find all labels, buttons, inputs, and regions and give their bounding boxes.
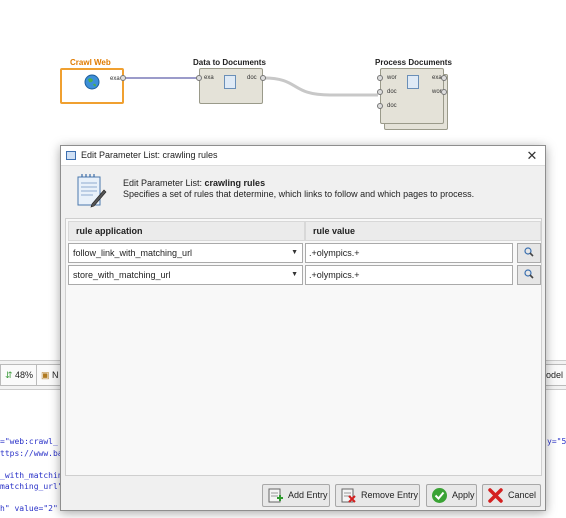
- dialog-titlebar[interactable]: Edit Parameter List: crawling rules ✕: [61, 146, 545, 166]
- notepad-pen-icon: [77, 174, 107, 208]
- remove-document-icon: [341, 488, 356, 503]
- code-text: y="5: [547, 437, 566, 446]
- port-label-exa: exa: [204, 75, 214, 81]
- apply-label: Apply: [452, 490, 475, 500]
- port-label-doc: doc: [387, 103, 397, 109]
- input-port[interactable]: [377, 75, 383, 81]
- port-label-wor: wor: [387, 75, 397, 81]
- apply-button[interactable]: Apply: [426, 484, 477, 507]
- port-label-doc: doc: [247, 75, 257, 81]
- code-text: _with_matchin: [0, 471, 63, 480]
- code-line: _with_matchin: [0, 471, 63, 480]
- background-progress-label: 48%: [15, 370, 34, 380]
- code-line: h" value="2": [0, 504, 58, 513]
- port-label-doc: doc: [387, 89, 397, 95]
- add-document-icon: [268, 488, 283, 503]
- percent-icon: ⇵: [5, 370, 16, 380]
- close-button[interactable]: ✕: [523, 147, 541, 164]
- dialog-header: Edit Parameter List: crawling rules Spec…: [61, 167, 545, 217]
- rule-application-select[interactable]: store_with_matching_url ▼: [68, 265, 303, 285]
- code-text: matching_url": [0, 482, 63, 491]
- header-title: Edit Parameter List: crawling rules: [123, 178, 265, 188]
- document-icon: [224, 75, 236, 89]
- header-title-prefix: Edit Parameter List:: [123, 178, 205, 188]
- rule-application-value: store_with_matching_url: [73, 270, 171, 280]
- background-button-label: N: [52, 370, 59, 380]
- close-icon: ✕: [526, 148, 538, 163]
- add-entry-button[interactable]: Add Entry: [262, 484, 330, 507]
- box-icon: ▣: [41, 370, 53, 380]
- operator-data-to-documents[interactable]: exa doc: [199, 68, 263, 104]
- rule-value-text: .+olympics.+: [309, 270, 360, 280]
- rule-application-value: follow_link_with_matching_url: [73, 248, 193, 258]
- output-port[interactable]: [120, 75, 126, 81]
- cancel-button[interactable]: Cancel: [482, 484, 541, 507]
- globe-icon: [84, 74, 100, 90]
- column-header-rule-value[interactable]: rule value: [305, 221, 541, 241]
- remove-entry-button[interactable]: Remove Entry: [335, 484, 420, 507]
- rule-value-text: .+olympics.+: [309, 248, 360, 258]
- process-documents-icon: [407, 75, 419, 89]
- column-header-rule-application[interactable]: rule application: [68, 221, 305, 241]
- dropdown-arrow-icon: ▼: [291, 249, 298, 256]
- code-line: ="web:crawl_: [0, 437, 58, 446]
- regex-search-button[interactable]: [517, 243, 541, 263]
- input-port[interactable]: [196, 75, 202, 81]
- output-port[interactable]: [260, 75, 266, 81]
- code-line: y="5: [547, 437, 566, 446]
- background-progress-button[interactable]: ⇵ 48%: [0, 364, 39, 386]
- code-line: matching_url": [0, 482, 63, 491]
- dropdown-arrow-icon: ▼: [291, 271, 298, 278]
- operator-crawl-web[interactable]: exa: [60, 68, 124, 104]
- input-port[interactable]: [377, 89, 383, 95]
- operator-title-process-documents: Process Documents: [375, 58, 452, 67]
- output-port[interactable]: [441, 89, 447, 95]
- code-text: ="web:crawl_: [0, 437, 58, 446]
- cancel-x-icon: [488, 488, 503, 503]
- dialog-title: Edit Parameter List: crawling rules: [81, 150, 218, 160]
- edit-parameter-list-dialog: Edit Parameter List: crawling rules ✕ Ed…: [60, 145, 546, 511]
- cancel-label: Cancel: [508, 490, 537, 500]
- regex-search-button[interactable]: [517, 265, 541, 285]
- rule-value-field[interactable]: .+olympics.+: [305, 265, 513, 285]
- output-port[interactable]: [441, 75, 447, 81]
- operator-title-crawl-web: Crawl Web: [70, 58, 111, 67]
- operator-process-documents[interactable]: wor doc doc exa wor: [380, 68, 444, 124]
- code-text: h" value="2": [0, 504, 58, 513]
- header-description: Specifies a set of rules that determine,…: [123, 189, 475, 199]
- background-model-label: odel: [546, 370, 564, 380]
- header-title-bold: crawling rules: [204, 178, 266, 188]
- operator-title-data-to-documents: Data to Documents: [193, 58, 266, 67]
- parameter-table: rule application rule value follow_link_…: [65, 218, 542, 476]
- magnifier-icon: [524, 247, 534, 257]
- magnifier-icon: [524, 269, 534, 279]
- port-label-exa: exa: [110, 76, 120, 82]
- checkmark-icon: [432, 488, 447, 503]
- rule-application-select[interactable]: follow_link_with_matching_url ▼: [68, 243, 303, 263]
- list-icon: [66, 151, 76, 160]
- remove-entry-label: Remove Entry: [361, 490, 419, 500]
- rule-value-field[interactable]: .+olympics.+: [305, 243, 513, 263]
- add-entry-label: Add Entry: [288, 490, 328, 500]
- code-text: ttps://www.ba: [0, 449, 63, 458]
- code-line: ttps://www.ba: [0, 449, 63, 458]
- input-port[interactable]: [377, 103, 383, 109]
